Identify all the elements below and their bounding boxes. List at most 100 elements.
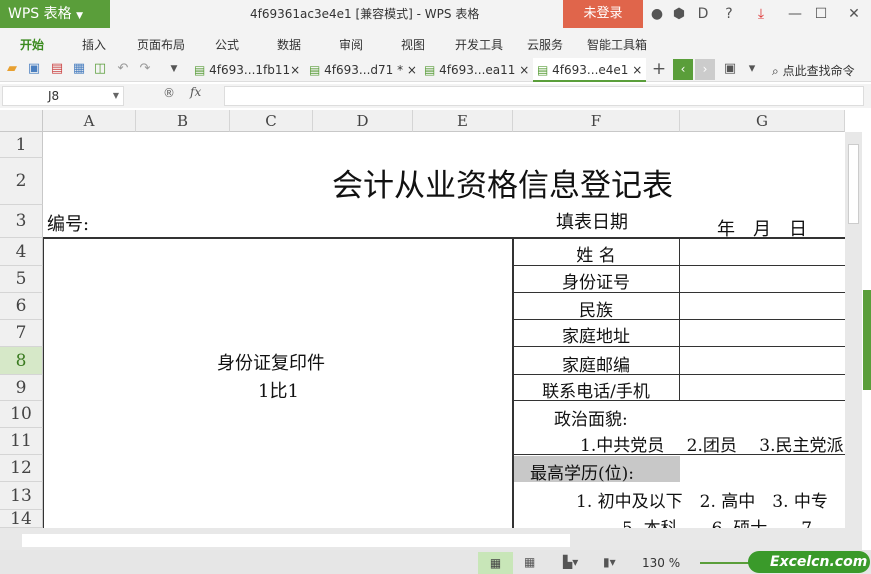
row-header[interactable]: 7 <box>0 320 43 347</box>
tab-page-layout[interactable]: 页面布局 <box>137 36 185 53</box>
minimize-icon[interactable]: — <box>784 0 806 28</box>
column-header-e[interactable]: E <box>413 110 513 132</box>
function-icon[interactable]: fx <box>190 85 201 99</box>
zoom-formula-icon[interactable]: ® <box>163 86 175 100</box>
doc-tab[interactable]: ▤ 4f693...1fb11× <box>190 58 300 82</box>
chevron-down-icon[interactable]: ▼ <box>166 61 182 77</box>
reading-layout-icon[interactable]: ▙▾ <box>563 555 578 569</box>
download-icon[interactable]: ⤓ <box>750 0 772 28</box>
doc-tab[interactable]: ▤ 4f693...ea11 × <box>420 58 529 82</box>
political-options: 1.中共党员 2.团员 3.民主党派 <box>580 436 844 454</box>
doc-tab-active[interactable]: ▤ 4f693...e4e1 × <box>533 58 646 82</box>
column-header-c[interactable]: C <box>230 110 313 132</box>
tab-prev-button[interactable]: ‹ <box>673 59 693 80</box>
row-header[interactable]: 1 <box>0 132 43 158</box>
field-phone: 联系电话/手机 <box>542 382 650 402</box>
education-options: 1. 初中及以下 2. 高中 3. 中专 <box>576 492 828 512</box>
doc-tab-label: 4f693...d71 * <box>324 63 404 77</box>
zoom-slider[interactable] <box>700 562 750 564</box>
close-tab-icon[interactable]: × <box>632 63 642 77</box>
save-icon[interactable]: ▣ <box>26 61 42 77</box>
normal-view-icon[interactable]: ▦ <box>478 552 513 574</box>
close-tab-icon[interactable]: × <box>519 63 529 77</box>
command-search-label: 点此查找命令 <box>782 64 855 78</box>
sheet-file-icon: ▤ <box>194 63 206 77</box>
select-all-corner[interactable] <box>0 110 43 132</box>
tab-review[interactable]: 审阅 <box>339 36 363 53</box>
print-icon[interactable]: ▦ <box>71 61 87 77</box>
close-tab-icon[interactable]: × <box>407 63 417 77</box>
scroll-thumb[interactable] <box>22 534 570 547</box>
scroll-thumb[interactable] <box>848 144 859 224</box>
education-options-2: 5. 本科 6. 硕士 7 <box>622 514 812 528</box>
skin-icon[interactable]: ● <box>646 0 668 28</box>
column-header-a[interactable]: A <box>43 110 136 132</box>
tab-next-button[interactable]: › <box>695 59 715 80</box>
tab-smart-tools[interactable]: 智能工具箱 <box>587 36 647 53</box>
undo-icon[interactable]: ↶ <box>115 61 131 77</box>
search-icon: ⌕ <box>772 64 779 78</box>
doc-tab[interactable]: ▤ 4f693...d71 * × <box>305 58 417 82</box>
eye-protection-icon[interactable]: ▮▾ <box>603 555 616 569</box>
screen-icon[interactable]: ▣ <box>722 61 738 77</box>
tab-cloud[interactable]: 云服务 <box>527 36 563 53</box>
column-header-g[interactable]: G <box>680 110 845 132</box>
row-header[interactable]: 12 <box>0 455 43 482</box>
row-header[interactable]: 13 <box>0 482 43 510</box>
doc-tab-label: 4f693...e4e1 <box>552 63 629 77</box>
chevron-down-icon: ▼ <box>76 11 83 21</box>
redo-icon[interactable]: ↷ <box>137 61 153 77</box>
settings-icon[interactable]: ⬢ <box>668 0 690 28</box>
tab-formulas[interactable]: 公式 <box>215 36 239 53</box>
name-box[interactable]: J8 ▼ <box>2 86 124 106</box>
tab-home[interactable]: 开始 <box>20 36 44 53</box>
number-label: 编号: <box>47 214 90 235</box>
chevron-down-icon[interactable]: ▼ <box>113 87 119 105</box>
horizontal-scrollbar[interactable] <box>0 528 862 550</box>
maximize-icon[interactable]: ☐ <box>810 0 832 28</box>
tab-insert[interactable]: 插入 <box>82 36 106 53</box>
column-header-b[interactable]: B <box>136 110 230 132</box>
close-tab-icon[interactable]: × <box>290 63 300 77</box>
login-button[interactable]: 未登录 <box>563 0 643 28</box>
row-header[interactable]: 4 <box>0 238 43 266</box>
row-header[interactable]: 10 <box>0 401 43 428</box>
row-header[interactable]: 14 <box>0 510 43 528</box>
command-search[interactable]: ⌕ 点此查找命令 <box>772 62 855 79</box>
help-icon[interactable]: ? <box>718 0 740 28</box>
page-break-view-icon[interactable]: ▦ <box>524 555 535 569</box>
side-panel-toggle[interactable] <box>863 290 871 390</box>
field-id-number: 身份证号 <box>562 273 630 293</box>
new-tab-icon[interactable]: + <box>651 61 667 78</box>
field-name: 姓 名 <box>576 246 616 266</box>
row-header[interactable]: 6 <box>0 293 43 320</box>
feedback-icon[interactable]: D <box>692 0 714 28</box>
row-header[interactable]: 2 <box>0 158 43 205</box>
vertical-scrollbar[interactable] <box>845 132 862 528</box>
export-pdf-icon[interactable]: ▤ <box>49 61 65 77</box>
sheet-title: 会计从业资格信息登记表 <box>332 168 673 204</box>
sheet-file-icon: ▤ <box>424 63 436 77</box>
zoom-level[interactable]: 130 % <box>642 556 680 570</box>
print-preview-icon[interactable]: ◫ <box>92 61 108 77</box>
row-header[interactable]: 9 <box>0 375 43 401</box>
column-header-f[interactable]: F <box>513 110 680 132</box>
formula-input[interactable] <box>224 86 864 106</box>
pin-icon[interactable]: ▾ <box>744 61 760 77</box>
political-label: 政治面貌: <box>554 410 628 430</box>
tab-view[interactable]: 视图 <box>401 36 425 53</box>
app-logo: WPS 表格 <box>8 6 72 22</box>
close-icon[interactable]: ✕ <box>843 0 865 28</box>
row-header[interactable]: 11 <box>0 428 43 455</box>
cell-reference: J8 <box>48 89 60 103</box>
row-header-selected[interactable]: 8 <box>0 347 43 375</box>
watermark-logo: Excelcn.com <box>748 551 870 573</box>
row-header[interactable]: 3 <box>0 205 43 238</box>
field-address: 家庭地址 <box>562 327 630 347</box>
tab-data[interactable]: 数据 <box>277 36 301 53</box>
wps-menu-button[interactable]: WPS 表格 ▼ <box>0 0 110 28</box>
open-icon[interactable]: ▰ <box>4 61 20 77</box>
tab-developer[interactable]: 开发工具 <box>455 36 503 53</box>
row-header[interactable]: 5 <box>0 266 43 293</box>
column-header-d[interactable]: D <box>313 110 413 132</box>
